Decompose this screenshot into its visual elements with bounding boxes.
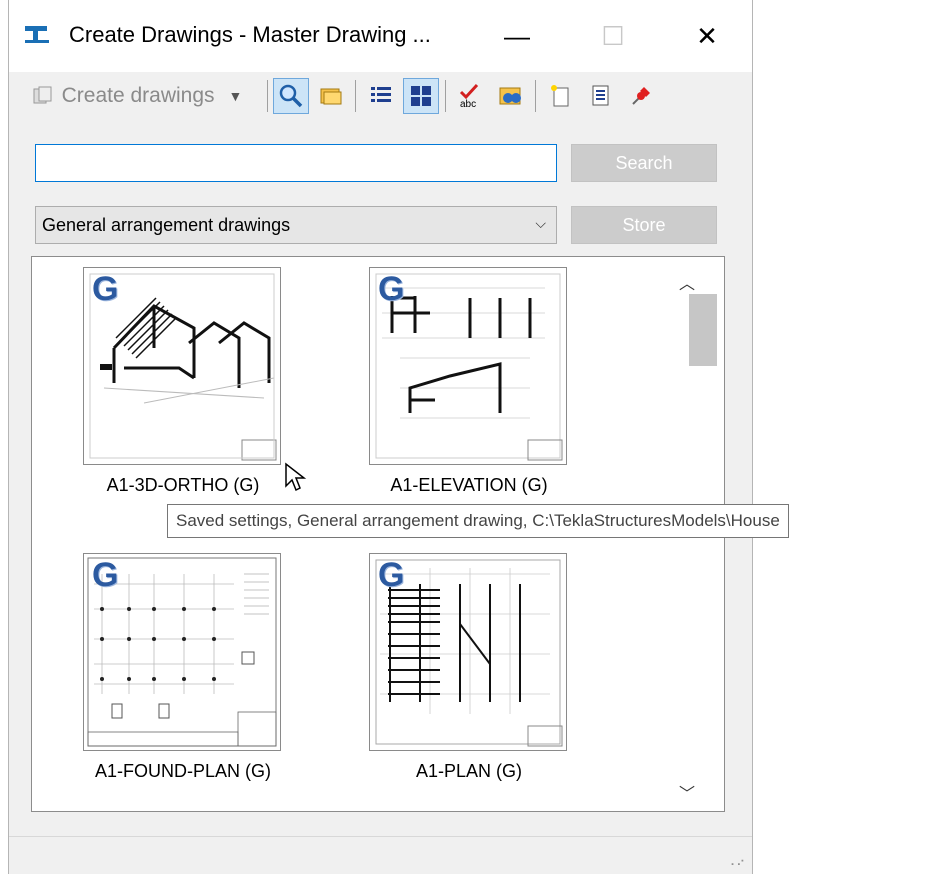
drawing-thumbnail[interactable]: G	[369, 553, 567, 751]
minimize-button[interactable]: —	[469, 0, 565, 72]
app-icon	[25, 26, 49, 43]
drawing-thumbnail[interactable]: G	[83, 267, 281, 465]
spell-check-icon[interactable]: abc	[453, 78, 489, 114]
search-icon[interactable]	[273, 78, 309, 114]
list-view-icon[interactable]	[363, 78, 399, 114]
properties-icon[interactable]	[583, 78, 619, 114]
drawing-name[interactable]: A1-3D-ORTHO (G)	[53, 475, 313, 496]
resize-grip-icon[interactable]: ⠠⠔	[726, 855, 746, 869]
scroll-down-arrow-icon[interactable]: ﹀	[679, 780, 695, 804]
status-bar: ⠠⠔	[9, 836, 752, 875]
general-arrangement-badge: G	[92, 556, 119, 594]
drawing-name[interactable]: A1-ELEVATION (G)	[339, 475, 599, 496]
drawing-thumbnail[interactable]: G	[83, 553, 281, 751]
store-button[interactable]: Store	[571, 206, 717, 244]
chevron-down-icon: ⌵	[535, 215, 546, 231]
create-drawings-window: Create Drawings - Master Drawing ... — ☐…	[8, 0, 753, 874]
close-button[interactable]: ✕	[659, 0, 755, 72]
chevron-down-icon[interactable]: ▼	[229, 88, 243, 104]
toolbar-separator	[355, 80, 356, 112]
drawing-thumbnail[interactable]: G	[369, 267, 567, 465]
drawing-name[interactable]: A1-PLAN (G)	[339, 761, 599, 782]
maximize-button[interactable]: ☐	[565, 0, 661, 72]
tooltip: Saved settings, General arrangement draw…	[167, 504, 789, 538]
general-arrangement-badge: G	[92, 270, 119, 308]
mouse-pointer-icon	[285, 462, 307, 492]
pin-icon[interactable]	[623, 78, 659, 114]
svg-text:abc: abc	[460, 99, 476, 110]
search-input[interactable]	[35, 144, 557, 182]
open-folder-icon[interactable]	[313, 78, 349, 114]
drawing-type-select[interactable]: General arrangement drawings ⌵	[35, 206, 557, 244]
toolbar-separator	[535, 80, 536, 112]
create-drawings-button[interactable]: Create drawings ▼	[13, 78, 261, 114]
new-drawing-icon[interactable]	[543, 78, 579, 114]
binoculars-icon[interactable]	[493, 78, 529, 114]
drawing-name[interactable]: A1-FOUND-PLAN (G)	[53, 761, 313, 782]
general-arrangement-badge: G	[378, 556, 405, 594]
scrollbar-thumb[interactable]	[689, 294, 717, 366]
toolbar-separator	[445, 80, 446, 112]
scroll-up-arrow-icon[interactable]: ︿	[679, 270, 695, 294]
create-drawings-icon	[33, 86, 52, 104]
toolbar: Create drawings ▼ abc	[9, 72, 752, 122]
drawing-type-value: General arrangement drawings	[42, 214, 291, 235]
search-button[interactable]: Search	[571, 144, 717, 182]
title-bar[interactable]: Create Drawings - Master Drawing ... — ☐…	[9, 0, 752, 72]
toolbar-separator	[267, 80, 268, 112]
window-title: Create Drawings - Master Drawing ...	[69, 22, 431, 47]
thumbnail-view-icon[interactable]	[403, 78, 439, 114]
general-arrangement-badge: G	[378, 270, 405, 308]
create-drawings-label: Create drawings	[61, 84, 215, 107]
